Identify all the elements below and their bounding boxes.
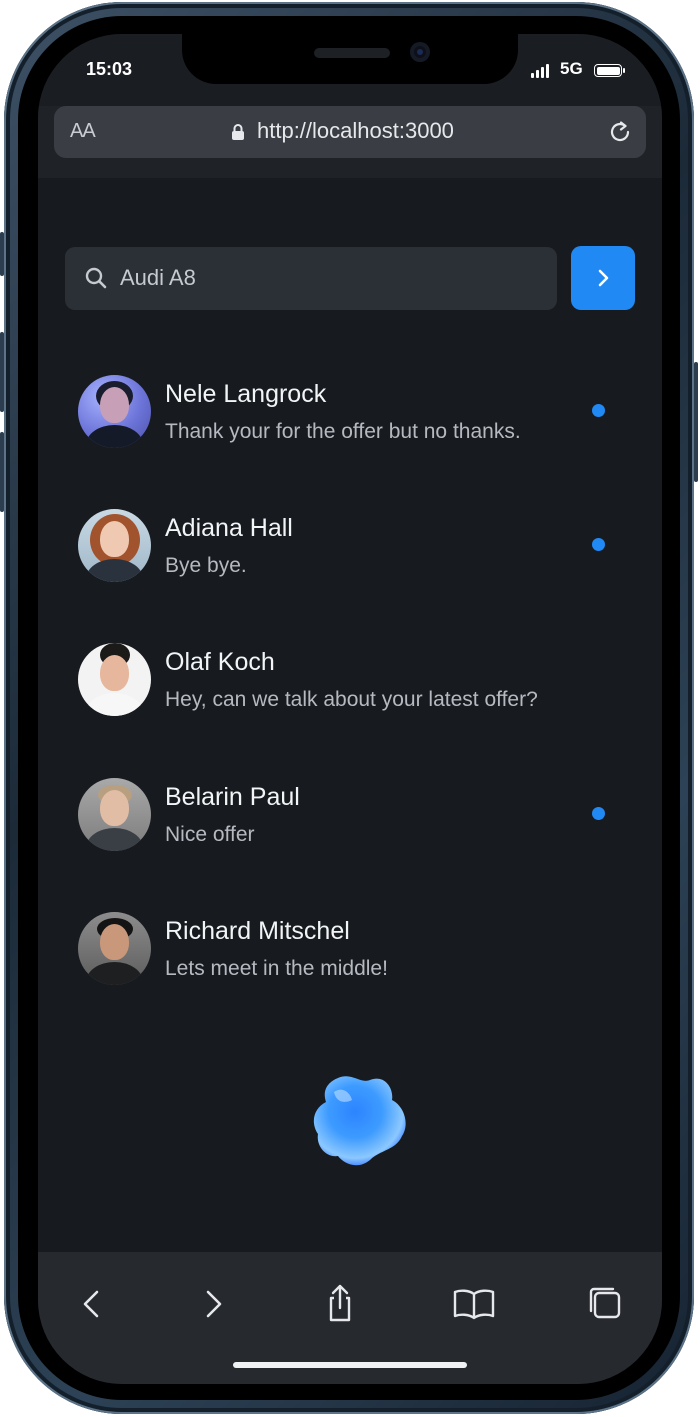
browser-address-area: AA http://localhost:3000 [38,106,662,178]
conversation-item[interactable]: Richard Mitschel Lets meet in the middle… [78,912,638,992]
share-button[interactable] [318,1282,362,1326]
cellular-signal-icon [531,64,553,78]
status-time: 15:03 [86,59,133,79]
forward-button[interactable] [191,1282,235,1326]
power-button [694,362,698,482]
bookmarks-icon [453,1289,495,1320]
tabs-button[interactable] [584,1282,628,1326]
contact-name: Belarin Paul [165,783,300,811]
search-submit-button[interactable] [571,246,635,310]
avatar [78,912,151,985]
address-bar[interactable]: AA http://localhost:3000 [54,106,646,158]
battery-icon [594,64,625,77]
notch [182,34,518,84]
conversation-item[interactable]: Belarin Paul Nice offer [78,778,638,858]
back-icon [83,1290,99,1318]
speaker [314,48,390,58]
tabs-icon [589,1287,621,1319]
screen: 15:03 5G AA http://localhost:3000 Audi A… [38,34,662,1384]
avatar [78,643,151,716]
chevron-right-icon [598,269,609,287]
last-message: Bye bye. [165,554,247,577]
share-icon [329,1284,351,1322]
avatar [78,509,151,582]
bookmarks-button[interactable] [452,1282,496,1326]
search-icon [85,267,107,289]
lock-icon [232,124,244,140]
conversation-item[interactable]: Nele Langrock Thank your for the offer b… [78,375,638,455]
volume-down-button [0,432,4,512]
unread-indicator [592,807,605,820]
last-message: Lets meet in the middle! [165,957,388,980]
front-camera [410,42,430,62]
unread-indicator [592,404,605,417]
conversation-item[interactable]: Adiana Hall Bye bye. [78,509,638,589]
unread-indicator [592,538,605,551]
contact-name: Richard Mitschel [165,917,350,945]
home-indicator[interactable] [233,1362,467,1368]
back-button[interactable] [70,1282,114,1326]
last-message: Thank your for the offer but no thanks. [165,420,521,443]
search-input[interactable] [120,265,520,291]
avatar [78,778,151,851]
search-box [65,247,557,310]
url-text[interactable]: http://localhost:3000 [257,118,454,144]
reload-icon[interactable] [606,118,634,146]
mute-switch [0,232,4,276]
conversation-item[interactable]: Olaf Koch Hey, can we talk about your la… [78,643,638,723]
last-message: Nice offer [165,823,255,846]
assistant-blob-icon[interactable] [308,1070,412,1170]
contact-name: Adiana Hall [165,514,293,542]
forward-icon [206,1290,222,1318]
last-message: Hey, can we talk about your latest offer… [165,688,538,711]
status-bar: 15:03 5G [38,34,662,106]
volume-up-button [0,332,4,412]
network-type: 5G [560,59,583,78]
avatar [78,375,151,448]
contact-name: Olaf Koch [165,648,275,676]
contact-name: Nele Langrock [165,380,327,408]
text-size-button[interactable]: AA [70,120,96,143]
